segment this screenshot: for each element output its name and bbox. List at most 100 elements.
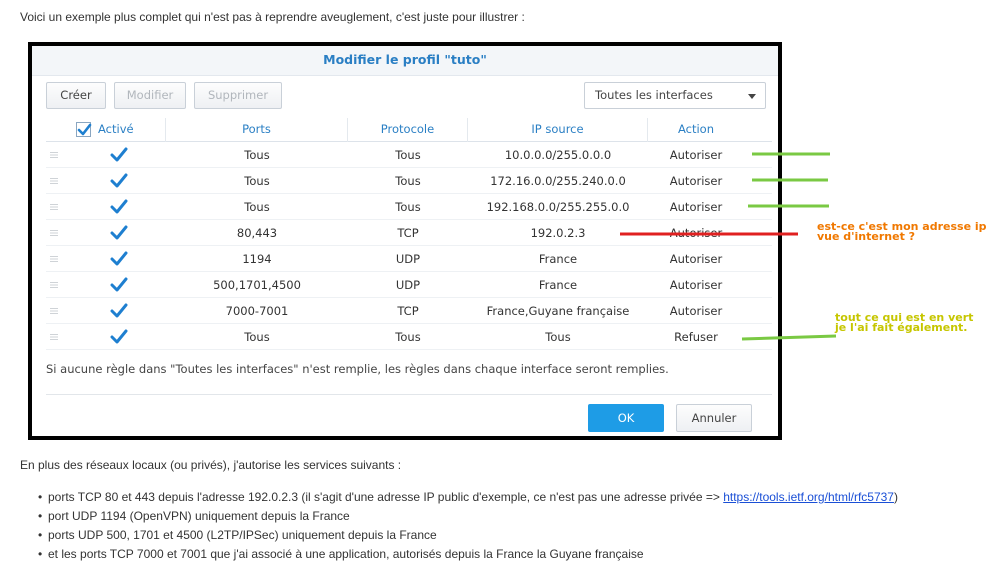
table-row[interactable]: 7000-7001 TCP France,Guyane française Autor…	[46, 298, 772, 324]
action-cell: Autoriser	[669, 174, 723, 188]
ports-cell: Tous	[244, 200, 270, 214]
intro-text: Voici un exemple plus complet qui n'est …	[20, 10, 525, 24]
column-label: Activé	[98, 122, 134, 136]
table-row[interactable]: Tous Tous 192.168.0.0/255.255.0.0 Autoriser	[46, 194, 772, 220]
select-all-checkbox[interactable]	[76, 122, 92, 137]
annotation-line: je l'ai fait également.	[835, 321, 968, 334]
edit-profile-dialog: Modifier le profil "tuto" Créer Modifier…	[28, 42, 782, 440]
enabled-checkbox[interactable]	[110, 251, 128, 267]
protocol-cell: TCP	[397, 226, 419, 240]
action-cell: Refuser	[674, 330, 718, 344]
protocol-cell: TCP	[397, 304, 419, 318]
enabled-checkbox[interactable]	[110, 147, 128, 163]
list-item: port UDP 1194 (OpenVPN) uniquement depui…	[38, 507, 898, 526]
list-item: et les ports TCP 7000 et 7001 que j'ai a…	[38, 545, 898, 564]
toolbar: Créer Modifier Supprimer Toutes les inte…	[46, 82, 766, 112]
table-row[interactable]: 80,443 TCP 192.0.2.3 Autoriser	[46, 220, 772, 246]
drag-handle-icon[interactable]	[50, 178, 58, 184]
list-item-text: ports TCP 80 et 443 depuis l'adresse 192…	[48, 490, 724, 504]
source-ip-cell: 192.0.2.3	[530, 226, 586, 240]
list-item: ports TCP 80 et 443 depuis l'adresse 192…	[38, 488, 898, 507]
enabled-checkbox[interactable]	[110, 225, 128, 241]
action-cell: Autoriser	[669, 148, 723, 162]
action-cell: Autoriser	[669, 200, 723, 214]
interface-select[interactable]: Toutes les interfaces	[584, 82, 766, 109]
edit-button[interactable]: Modifier	[114, 82, 186, 109]
source-ip-cell: Tous	[545, 330, 571, 344]
ports-cell: 7000-7001	[225, 304, 289, 318]
ports-cell: 80,443	[236, 226, 278, 240]
table-header: Activé Ports Protocole IP source Action	[46, 118, 772, 142]
list-item: ports UDP 500, 1701 et 4500 (L2TP/IPSec)…	[38, 526, 898, 545]
drag-handle-icon[interactable]	[50, 152, 58, 158]
action-cell: Autoriser	[669, 304, 723, 318]
action-cell: Autoriser	[669, 278, 723, 292]
table-body: Tous Tous 10.0.0.0/255.0.0.0 Autoriser Tous T…	[46, 142, 772, 350]
protocol-cell: Tous	[395, 330, 421, 344]
table-row[interactable]: 500,1701,4500 UDP France Autoriser	[46, 272, 772, 298]
annotation-line: vue d'internet ?	[817, 230, 916, 243]
delete-button[interactable]: Supprimer	[194, 82, 282, 109]
column-ports[interactable]: Ports	[166, 118, 348, 142]
ok-button[interactable]: OK	[588, 404, 664, 432]
ports-cell: Tous	[244, 174, 270, 188]
table-row[interactable]: Tous Tous Tous Refuser	[46, 324, 772, 350]
ports-cell: Tous	[244, 148, 270, 162]
source-ip-cell: 10.0.0.0/255.0.0.0	[504, 148, 612, 162]
enabled-checkbox[interactable]	[110, 329, 128, 345]
drag-handle-icon[interactable]	[50, 204, 58, 210]
drag-handle-icon[interactable]	[50, 334, 58, 340]
dialog-title: Modifier le profil "tuto"	[32, 46, 778, 76]
drag-handle-icon[interactable]	[50, 308, 58, 314]
enabled-checkbox[interactable]	[110, 277, 128, 293]
drag-handle-icon[interactable]	[50, 282, 58, 288]
column-source-ip[interactable]: IP source	[468, 118, 648, 142]
source-ip-cell: 172.16.0.0/255.240.0.0	[490, 174, 626, 188]
protocol-cell: Tous	[395, 200, 421, 214]
ip-question-annotation: est-ce c'est mon adresse ip vue d'intern…	[817, 221, 987, 243]
source-ip-cell: 192.168.0.0/255.255.0.0	[486, 200, 630, 214]
cancel-button[interactable]: Annuler	[676, 404, 752, 432]
column-protocol[interactable]: Protocole	[348, 118, 468, 142]
protocol-cell: UDP	[395, 252, 421, 266]
table-row[interactable]: Tous Tous 172.16.0.0/255.240.0.0 Autoriser	[46, 168, 772, 194]
protocol-cell: UDP	[395, 278, 421, 292]
checkmark-icon	[110, 225, 128, 240]
source-ip-cell: France	[538, 278, 578, 292]
services-paragraph: En plus des réseaux locaux (ou privés), …	[20, 458, 402, 472]
action-cell: Autoriser	[669, 252, 723, 266]
column-enabled[interactable]: Activé	[46, 118, 166, 142]
create-button[interactable]: Créer	[46, 82, 106, 109]
checkmark-icon	[110, 173, 128, 188]
rules-table: Activé Ports Protocole IP source Action …	[46, 118, 772, 350]
column-action[interactable]: Action	[648, 118, 744, 142]
enabled-checkbox[interactable]	[110, 173, 128, 189]
checkmark-icon	[110, 303, 128, 318]
table-row[interactable]: 1194 UDP France Autoriser	[46, 246, 772, 272]
footer-divider	[46, 394, 772, 395]
source-ip-cell: France	[538, 252, 578, 266]
checkmark-icon	[77, 123, 92, 136]
checkmark-icon	[110, 147, 128, 162]
interface-select-value: Toutes les interfaces	[595, 88, 713, 102]
protocol-cell: Tous	[395, 148, 421, 162]
list-item-text: )	[893, 490, 898, 504]
ports-cell: 500,1701,4500	[213, 278, 301, 292]
drag-handle-icon[interactable]	[50, 230, 58, 236]
checkmark-icon	[110, 329, 128, 344]
rfc5737-link[interactable]: https://tools.ietf.org/html/rfc5737	[723, 490, 894, 504]
ports-cell: 1194	[242, 252, 272, 266]
drag-handle-icon[interactable]	[50, 256, 58, 262]
rules-note: Si aucune règle dans "Toutes les interfa…	[46, 362, 669, 376]
ports-cell: Tous	[244, 330, 270, 344]
checkmark-icon	[110, 251, 128, 266]
protocol-cell: Tous	[395, 174, 421, 188]
enabled-checkbox[interactable]	[110, 199, 128, 215]
table-row[interactable]: Tous Tous 10.0.0.0/255.0.0.0 Autoriser	[46, 142, 772, 168]
source-ip-cell: France,Guyane française	[486, 304, 630, 318]
checkmark-icon	[110, 199, 128, 214]
action-cell: Autoriser	[669, 226, 723, 240]
enabled-checkbox[interactable]	[110, 303, 128, 319]
services-list: ports TCP 80 et 443 depuis l'adresse 192…	[38, 488, 898, 564]
checkmark-icon	[110, 277, 128, 292]
